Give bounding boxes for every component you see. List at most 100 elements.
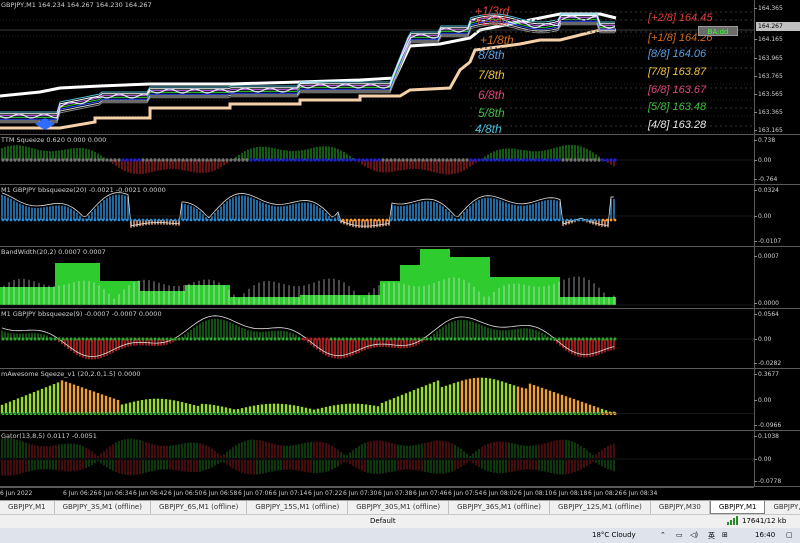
squeeze-dot xyxy=(597,218,601,222)
squeeze-dot xyxy=(609,218,613,222)
tray-chevron-icon[interactable]: ⌃ xyxy=(660,531,666,539)
indicator-tick-label: 0.0324 xyxy=(754,187,779,194)
squeeze-dot xyxy=(241,218,245,222)
murrey-left-label: 5/8th xyxy=(478,106,505,120)
squeeze-dot xyxy=(209,218,213,222)
ime-mode-icon[interactable]: ⊞ xyxy=(722,531,728,539)
indicator-tick-label: 0.738 xyxy=(753,137,776,144)
squeeze-dot xyxy=(437,218,441,222)
chart-tab[interactable]: GBPJPY,M1 xyxy=(709,501,766,514)
chart-tab[interactable]: GBPJPY_36S,M1 (offline) xyxy=(449,501,550,514)
indicator-tick-label: 0.00 xyxy=(753,456,772,463)
squeeze-dot xyxy=(13,218,17,222)
indicator-tick-label: -0.0778 xyxy=(753,478,782,485)
indicator-pane[interactable]: BandWidth(20,2) 0.0007 0.0007 xyxy=(0,247,754,309)
chart-tab[interactable]: GBPJPY_6S,M1 (offline) xyxy=(151,501,248,514)
time-axis-label: 6 Jun 08:02 xyxy=(483,490,518,497)
indicator-pane[interactable]: TTM Squeeze 0.620 0.000 0.000 xyxy=(0,135,754,185)
indicator-title: BandWidth(20,2) 0.0007 0.0007 xyxy=(1,248,106,256)
squeeze-dot xyxy=(165,218,169,222)
indicator-tick-label: 0.1038 xyxy=(754,433,779,440)
bandwidth-block xyxy=(380,281,400,305)
chart-tab[interactable]: GBPJPY_30S,M1 (offline) xyxy=(348,501,450,514)
squeeze-dot xyxy=(485,218,489,222)
indicator-scale[interactable]: 0.3677 0.00 -0.0966 xyxy=(753,369,800,431)
chart-tab[interactable]: GBPJPY,M1 xyxy=(0,501,55,514)
time-axis-label: 6 Jun 06:50 xyxy=(168,490,203,497)
indicator-tick-label: 0.0564 xyxy=(754,311,779,318)
indicator-scale[interactable]: 0.738 0.00 -0.764 xyxy=(753,135,800,185)
squeeze-dot xyxy=(341,218,345,222)
volume-icon[interactable]: ◁) xyxy=(690,531,698,539)
squeeze-dot xyxy=(157,218,161,222)
network-icon[interactable]: ▭ xyxy=(676,531,683,539)
clock[interactable]: 16:40 xyxy=(755,531,775,539)
chart-tab[interactable]: GBPJPY,M30 xyxy=(651,501,710,514)
notification-icon[interactable]: ▢ xyxy=(786,531,793,539)
squeeze-dot xyxy=(197,218,201,222)
current-price-tag: 164.267 xyxy=(756,22,800,31)
squeeze-dot xyxy=(269,218,273,222)
time-axis-label: 6 Jun 07:30 xyxy=(343,490,378,497)
murrey-right-label: [4/8] 163.28 xyxy=(648,119,707,131)
squeeze-dot xyxy=(89,218,93,222)
indicator-pane[interactable]: M1 GBPJPY bbsqueeze(20) -0.0021 -0.0021 … xyxy=(0,185,754,247)
squeeze-dot xyxy=(401,218,405,222)
squeeze-dot xyxy=(233,218,237,222)
connection-status[interactable]: 17641/12 kb xyxy=(727,516,786,525)
time-axis-label: 6 Jun 08:26 xyxy=(588,490,623,497)
squeeze-dot xyxy=(321,218,325,222)
murrey-right-label: [+2/8] 164.45 xyxy=(648,12,713,24)
indicator-tick-label: -0.764 xyxy=(753,176,778,183)
time-axis-label: 6 Jun 06:58 xyxy=(203,490,238,497)
squeeze-dot xyxy=(33,218,37,222)
squeeze-dot xyxy=(601,218,605,222)
murrey-right-label: [8/8] 164.06 xyxy=(648,48,707,60)
connection-traffic: 17641/12 kb xyxy=(742,516,787,525)
squeeze-dot xyxy=(109,218,113,222)
chart-tab[interactable]: GBPJPY_12S,M1 (offline) xyxy=(550,501,651,514)
squeeze-dot xyxy=(525,218,529,222)
squeeze-dot xyxy=(541,218,545,222)
squeeze-dot xyxy=(357,218,361,222)
indicator-tick-label: 0.0007 xyxy=(754,253,779,260)
indicator-tick-label: 0.0000 xyxy=(754,300,779,307)
price-scale[interactable]: 164.365 164.267 164.165 163.965 163.765 163.5… xyxy=(754,0,800,135)
indicator-pane[interactable]: mAwesome Sqeeze_v1 (20,2.0,1.5) 0.0000 xyxy=(0,369,754,431)
weather-widget[interactable]: 18°C Cloudy xyxy=(592,531,636,539)
indicator-title: M1 GBPJPY bbsqueeze(9) -0.0007 -0.0007 0… xyxy=(1,310,162,318)
chart-tab[interactable]: GBPJPY_15S,M1 (offline) xyxy=(247,501,349,514)
indicator-scale[interactable]: 0.0324 0.00 -0.0107 xyxy=(753,185,800,247)
squeeze-dot xyxy=(133,218,137,222)
murrey-left-label: +2/8th xyxy=(475,14,509,28)
indicator-pane[interactable]: Gator(13,8,5) 0.0117 -0.0051 xyxy=(0,431,754,487)
squeeze-dot xyxy=(585,218,589,222)
indicator-pane[interactable]: M1 GBPJPY bbsqueeze(9) -0.0007 -0.0007 0… xyxy=(0,309,754,369)
squeeze-dot xyxy=(129,218,133,222)
time-axis-label: 6 Jun 07:06 xyxy=(238,490,273,497)
squeeze-dot xyxy=(141,218,145,222)
squeeze-dot xyxy=(105,218,109,222)
squeeze-dot xyxy=(565,218,569,222)
indicator-tick-label: -0.0107 xyxy=(753,238,782,245)
time-axis[interactable]: 6 Jun 2022 6 Jun 06:26 6 Jun 06:34 6 Jun 06… xyxy=(0,487,754,500)
squeeze-dot xyxy=(329,218,333,222)
chart-window[interactable]: GBPJPY,M1 164.234 164.267 164.230 164.26… xyxy=(0,0,800,500)
chart-tab[interactable]: GBPJPY,M1 xyxy=(765,501,800,514)
time-axis-label: 6 Jun 08:10 xyxy=(518,490,553,497)
squeeze-dot xyxy=(481,218,485,222)
squeeze-dot xyxy=(125,218,129,222)
bandwidth-block xyxy=(140,291,185,305)
indicator-scale[interactable]: 0.1038 0.00 -0.0778 xyxy=(753,431,800,487)
indicator-scale[interactable]: 0.0007 0.0000 xyxy=(754,247,800,309)
indicator-scale[interactable]: 0.0564 0.00 -0.0282 xyxy=(753,309,800,369)
chart-tab[interactable]: GBPJPY_3S,M1 (offline) xyxy=(55,501,151,514)
squeeze-dot xyxy=(21,218,25,222)
squeeze-dot xyxy=(593,218,597,222)
indicator-svg xyxy=(0,438,754,476)
squeeze-dot xyxy=(205,218,209,222)
price-pane[interactable]: GBPJPY,M1 164.234 164.267 164.230 164.26… xyxy=(0,0,754,135)
squeeze-dot xyxy=(509,218,513,222)
ime-language[interactable]: 英 xyxy=(708,531,715,541)
squeeze-dot xyxy=(61,218,65,222)
